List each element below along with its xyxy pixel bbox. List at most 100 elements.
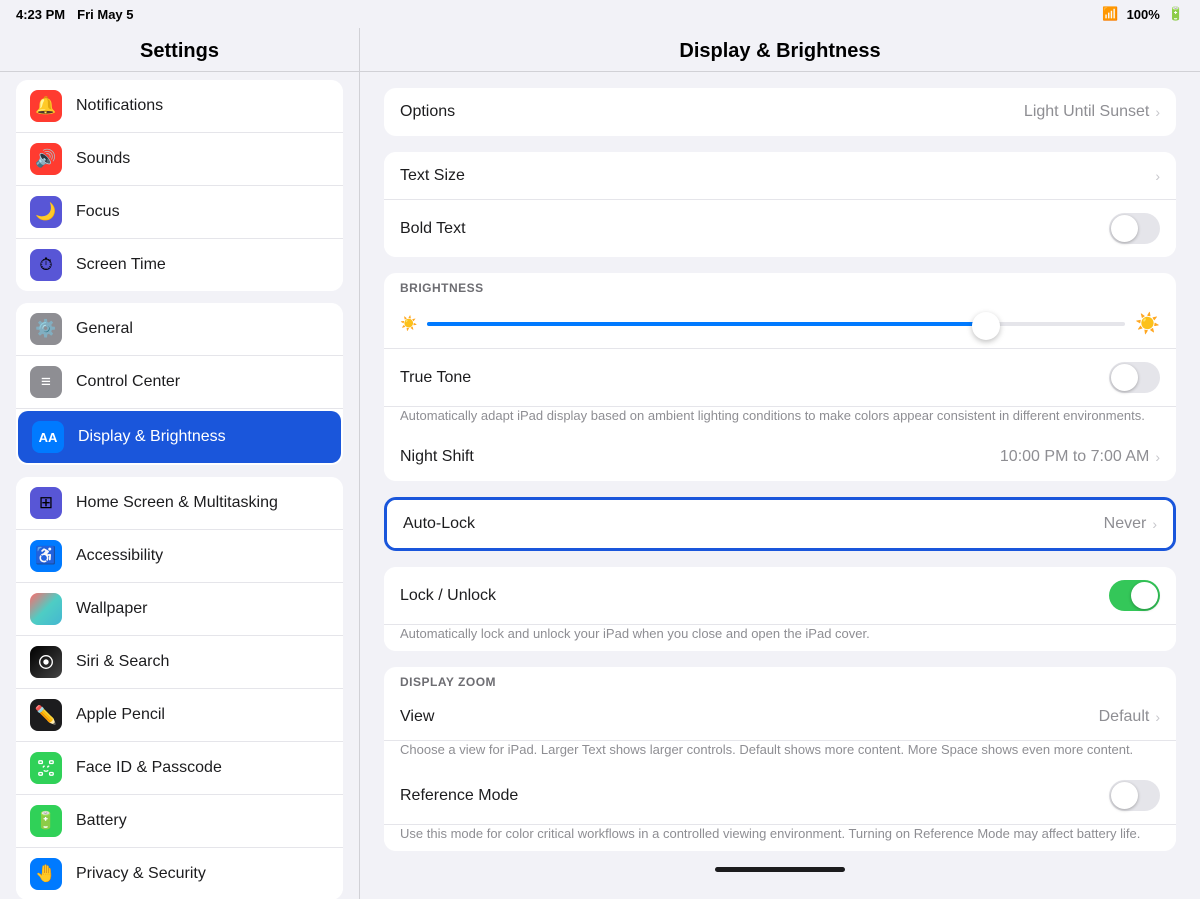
- view-value: Default: [1099, 708, 1150, 726]
- sidebar-item-notifications[interactable]: 🔔 Notifications: [16, 80, 343, 133]
- lock-unlock-description: Automatically lock and unlock your iPad …: [400, 626, 870, 641]
- true-tone-description: Automatically adapt iPad display based o…: [400, 408, 1145, 423]
- display-zoom-section-label: DISPLAY ZOOM: [384, 667, 1176, 693]
- sidebar-item-battery[interactable]: 🔋 Battery: [16, 795, 343, 848]
- battery-status: 100%: [1127, 7, 1160, 22]
- sidebar-group-3: ⊞ Home Screen & Multitasking ♿ Accessibi…: [16, 477, 343, 899]
- battery-icon: 🔋: [30, 805, 62, 837]
- sidebar-item-privacy[interactable]: 🤚 Privacy & Security: [16, 848, 343, 899]
- general-icon: ⚙️: [30, 313, 62, 345]
- brightness-section-label: BRIGHTNESS: [384, 273, 1176, 299]
- text-size-label: Text Size: [400, 167, 1155, 185]
- sidebar-item-label: Face ID & Passcode: [76, 759, 329, 777]
- status-bar-left: 4:23 PM Fri May 5: [16, 7, 134, 22]
- sidebar-item-controlcenter[interactable]: ≡ Control Center: [16, 356, 343, 409]
- true-tone-description-wrapper: Automatically adapt iPad display based o…: [384, 407, 1176, 433]
- faceid-icon: [30, 752, 62, 784]
- sidebar-item-label: Home Screen & Multitasking: [76, 494, 329, 512]
- brightness-slider[interactable]: [427, 322, 1125, 326]
- sidebar-item-label: General: [76, 320, 329, 338]
- sidebar-item-label: Wallpaper: [76, 600, 329, 618]
- sidebar-item-focus[interactable]: 🌙 Focus: [16, 186, 343, 239]
- chevron-icon: ›: [1155, 449, 1160, 465]
- night-shift-row[interactable]: Night Shift 10:00 PM to 7:00 AM ›: [384, 433, 1176, 481]
- text-size-row[interactable]: Text Size ›: [384, 152, 1176, 200]
- true-tone-row[interactable]: True Tone: [384, 349, 1176, 407]
- sidebar-item-label: Privacy & Security: [76, 865, 329, 883]
- auto-lock-label: Auto-Lock: [403, 515, 1104, 533]
- sidebar-group-1: 🔔 Notifications 🔊 Sounds 🌙 Focus ⏱ Scree…: [16, 80, 343, 291]
- sidebar-item-label: Battery: [76, 812, 329, 830]
- sidebar-item-siri[interactable]: Siri & Search: [16, 636, 343, 689]
- sidebar-scroll: 🔔 Notifications 🔊 Sounds 🌙 Focus ⏱ Scree…: [0, 72, 359, 899]
- reference-mode-description: Use this mode for color critical workflo…: [400, 826, 1140, 841]
- displaybrightness-icon: AA: [32, 421, 64, 453]
- view-description: Choose a view for iPad. Larger Text show…: [400, 742, 1133, 757]
- sidebar-item-label: Siri & Search: [76, 653, 329, 671]
- lock-unlock-row[interactable]: Lock / Unlock: [384, 567, 1176, 625]
- sidebar-item-label: Control Center: [76, 373, 329, 391]
- sidebar-item-general[interactable]: ⚙️ General: [16, 303, 343, 356]
- sidebar-item-displaybrightness[interactable]: AA Display & Brightness: [18, 411, 341, 463]
- main-content: Display & Brightness Options Light Until…: [360, 28, 1200, 899]
- main-title: Display & Brightness: [360, 28, 1200, 72]
- chevron-icon: ›: [1155, 104, 1160, 120]
- options-row[interactable]: Options Light Until Sunset ›: [384, 88, 1176, 136]
- sidebar-item-wallpaper[interactable]: Wallpaper: [16, 583, 343, 636]
- sidebar-item-label: Accessibility: [76, 547, 329, 565]
- lock-unlock-label: Lock / Unlock: [400, 587, 1109, 605]
- brightness-thumb[interactable]: [972, 312, 1000, 340]
- reference-mode-row[interactable]: Reference Mode: [384, 767, 1176, 825]
- options-group: Options Light Until Sunset ›: [384, 88, 1176, 136]
- app-container: Settings 🔔 Notifications 🔊 Sounds 🌙 Focu…: [0, 0, 1200, 899]
- true-tone-label: True Tone: [400, 369, 1109, 387]
- options-label: Options: [400, 103, 1024, 121]
- night-shift-value: 10:00 PM to 7:00 AM: [1000, 448, 1149, 466]
- options-value: Light Until Sunset: [1024, 103, 1149, 121]
- wifi-icon: 📶: [1102, 6, 1118, 22]
- status-bar-right: 📶 100% 🔋: [1102, 6, 1184, 22]
- brightness-min-icon: ☀️: [400, 315, 417, 332]
- bold-text-row[interactable]: Bold Text: [384, 200, 1176, 257]
- sidebar-item-label: Focus: [76, 203, 329, 221]
- home-indicator: [715, 867, 845, 872]
- view-description-wrapper: Choose a view for iPad. Larger Text show…: [384, 741, 1176, 767]
- bold-text-label: Bold Text: [400, 220, 1109, 238]
- sidebar-item-screentime[interactable]: ⏱ Screen Time: [16, 239, 343, 291]
- status-time: 4:23 PM: [16, 7, 65, 22]
- lock-unlock-toggle[interactable]: [1109, 580, 1160, 611]
- night-shift-label: Night Shift: [400, 448, 1000, 466]
- sidebar-item-applepencil[interactable]: ✏️ Apple Pencil: [16, 689, 343, 742]
- notifications-icon: 🔔: [30, 90, 62, 122]
- siri-icon: [30, 646, 62, 678]
- display-zoom-group: DISPLAY ZOOM View Default › Choose a vie…: [384, 667, 1176, 851]
- wallpaper-icon: [30, 593, 62, 625]
- main-scroll: Options Light Until Sunset › Text Size ›…: [360, 72, 1200, 899]
- reference-mode-toggle[interactable]: [1109, 780, 1160, 811]
- bold-text-toggle[interactable]: [1109, 213, 1160, 244]
- battery-icon: 🔋: [1168, 6, 1184, 22]
- auto-lock-group: Auto-Lock Never ›: [384, 497, 1176, 551]
- chevron-icon: ›: [1152, 516, 1157, 532]
- view-row[interactable]: View Default ›: [384, 693, 1176, 741]
- auto-lock-row[interactable]: Auto-Lock Never ›: [387, 500, 1173, 548]
- sidebar-item-accessibility[interactable]: ♿ Accessibility: [16, 530, 343, 583]
- status-date: Fri May 5: [77, 7, 133, 22]
- chevron-icon: ›: [1155, 168, 1160, 184]
- true-tone-toggle[interactable]: [1109, 362, 1160, 393]
- brightness-row: ☀️ ☀️: [384, 299, 1176, 349]
- sidebar-item-sounds[interactable]: 🔊 Sounds: [16, 133, 343, 186]
- sidebar-item-faceid[interactable]: Face ID & Passcode: [16, 742, 343, 795]
- reference-mode-description-wrapper: Use this mode for color critical workflo…: [384, 825, 1176, 851]
- sidebar-item-homescreen[interactable]: ⊞ Home Screen & Multitasking: [16, 477, 343, 530]
- brightness-group: BRIGHTNESS ☀️ ☀️ True Tone Automatically…: [384, 273, 1176, 481]
- sidebar-item-label: Display & Brightness: [78, 428, 327, 446]
- controlcenter-icon: ≡: [30, 366, 62, 398]
- text-group: Text Size › Bold Text: [384, 152, 1176, 257]
- screentime-icon: ⏱: [30, 249, 62, 281]
- applepencil-icon: ✏️: [30, 699, 62, 731]
- sounds-icon: 🔊: [30, 143, 62, 175]
- view-label: View: [400, 708, 1099, 726]
- focus-icon: 🌙: [30, 196, 62, 228]
- sidebar-item-label: Screen Time: [76, 256, 329, 274]
